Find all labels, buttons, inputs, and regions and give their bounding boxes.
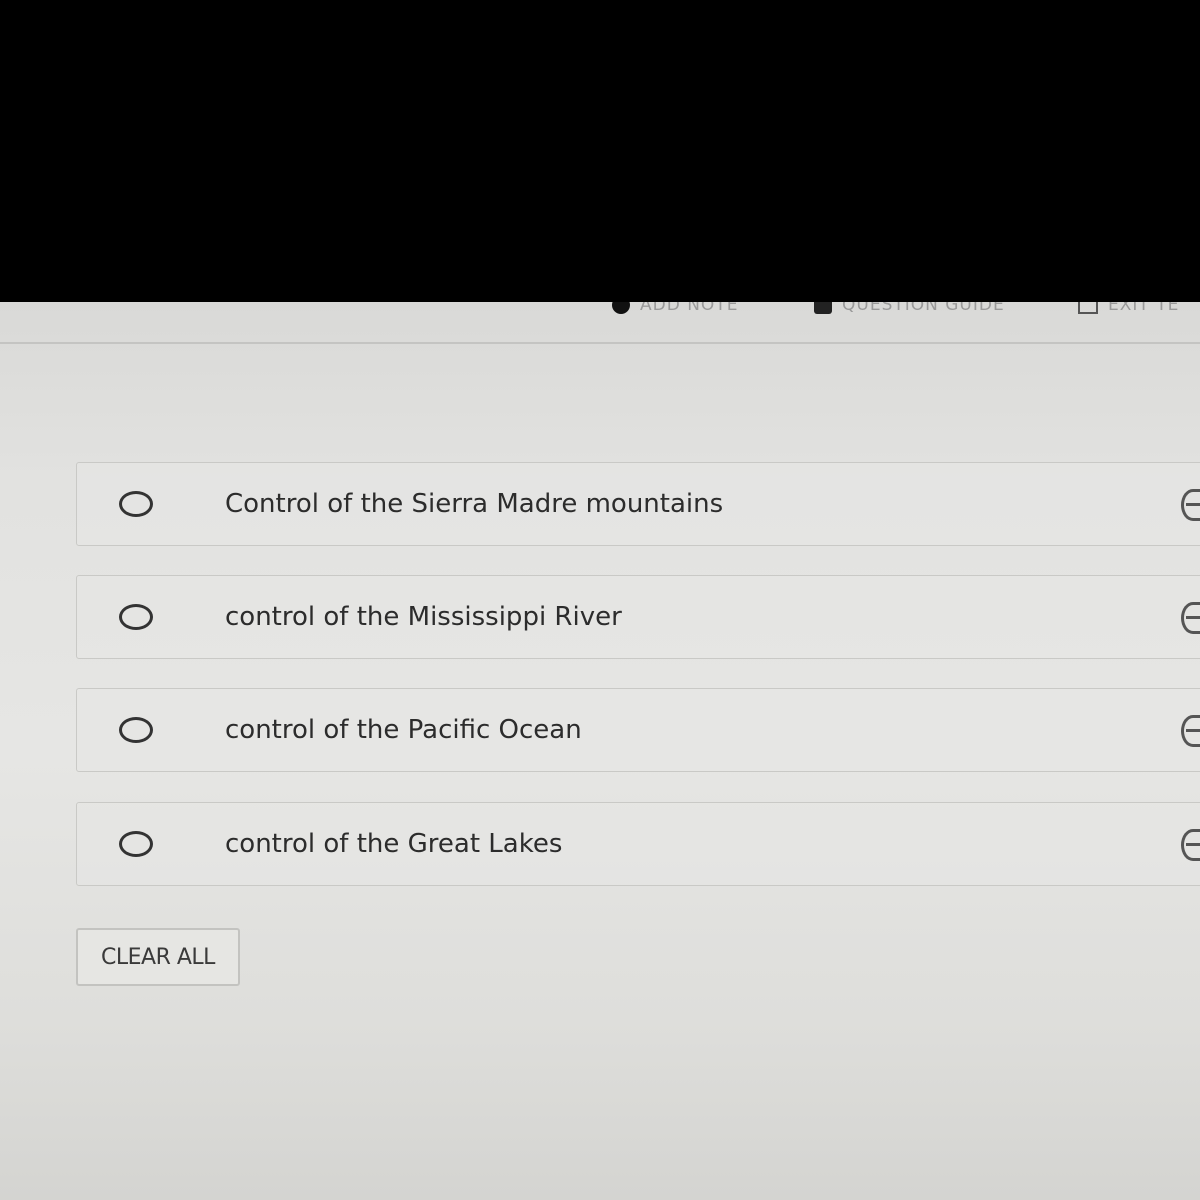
exit-icon: [1078, 302, 1098, 314]
option-label: control of the Mississippi River: [225, 602, 622, 632]
clear-all-button[interactable]: CLEAR ALL: [76, 928, 240, 986]
add-note-button[interactable]: ADD NOTE: [612, 302, 738, 318]
radio-button[interactable]: [119, 604, 153, 630]
option-label: control of the Pacific Ocean: [225, 715, 582, 745]
option-label: Control of the Sierra Madre mountains: [225, 489, 724, 519]
add-note-label: ADD NOTE: [640, 302, 739, 315]
note-icon: [612, 302, 630, 314]
exit-button[interactable]: EXIT TE: [1078, 302, 1179, 318]
exit-label: EXIT TE: [1108, 302, 1180, 315]
radio-button[interactable]: [119, 717, 153, 743]
answer-option-4[interactable]: control of the Great Lakes: [76, 802, 1200, 886]
eliminate-icon[interactable]: [1181, 829, 1200, 861]
answer-option-3[interactable]: control of the Pacific Ocean: [76, 688, 1200, 772]
eliminate-icon[interactable]: [1181, 602, 1200, 634]
eliminate-icon[interactable]: [1181, 489, 1200, 521]
quiz-screen: ADD NOTE QUESTION GUIDE EXIT TE Control …: [0, 302, 1200, 1200]
question-guide-label: QUESTION GUIDE: [842, 302, 1005, 315]
answer-option-1[interactable]: Control of the Sierra Madre mountains: [76, 462, 1200, 546]
radio-button[interactable]: [119, 831, 153, 857]
toolbar: ADD NOTE QUESTION GUIDE EXIT TE: [0, 302, 1200, 344]
option-label: control of the Great Lakes: [225, 829, 563, 859]
eliminate-icon[interactable]: [1181, 715, 1200, 747]
guide-icon: [814, 302, 832, 314]
question-guide-button[interactable]: QUESTION GUIDE: [814, 302, 1005, 318]
screen-bezel: [0, 0, 1200, 302]
radio-button[interactable]: [119, 491, 153, 517]
answer-option-2[interactable]: control of the Mississippi River: [76, 575, 1200, 659]
